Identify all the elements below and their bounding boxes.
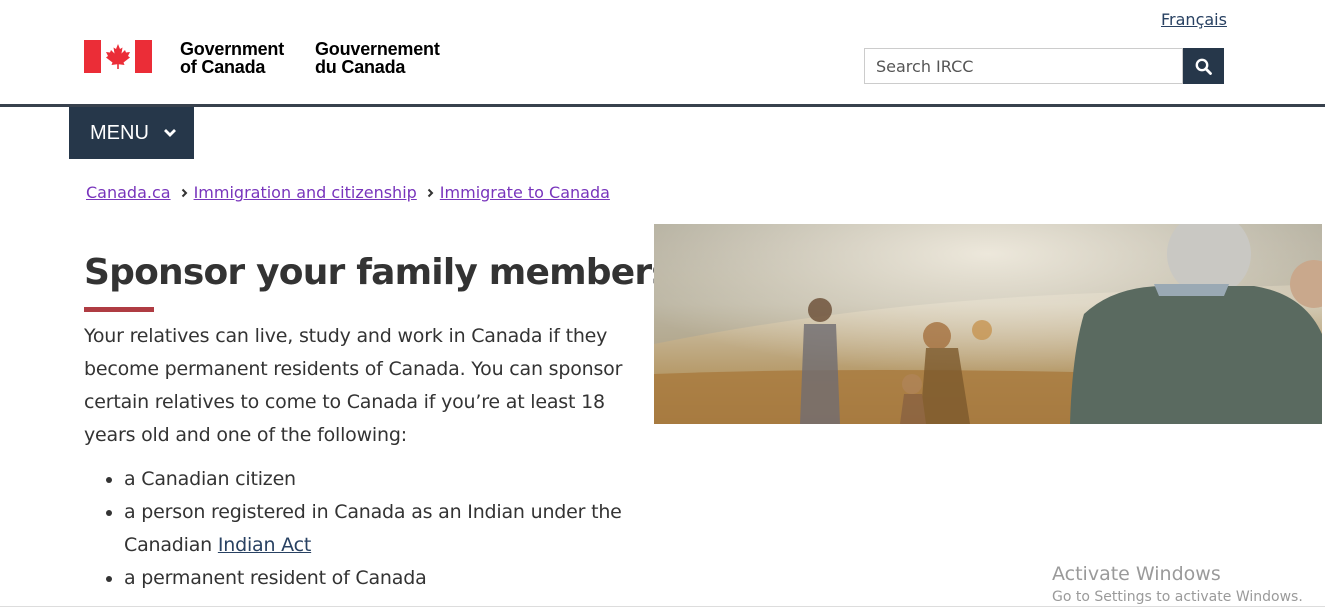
page-title: Sponsor your family members: [84, 252, 673, 293]
gov-name-french: Gouvernement du Canada: [315, 39, 440, 77]
activate-windows-watermark: Activate Windows Go to Settings to activ…: [1052, 563, 1303, 605]
search-input[interactable]: [864, 48, 1183, 84]
language-toggle-link[interactable]: Français: [1161, 10, 1227, 29]
canada-flag-logo: [84, 40, 152, 73]
maple-leaf-icon: [106, 44, 130, 69]
menu-button[interactable]: MENU: [69, 107, 194, 159]
breadcrumb-link-immigration[interactable]: Immigration and citizenship: [194, 183, 417, 202]
bottom-divider: [0, 606, 1325, 607]
search-button[interactable]: [1183, 48, 1224, 84]
site-search: [864, 48, 1224, 84]
chevron-right-icon: [427, 188, 434, 198]
eligibility-list: a Canadian citizen a person registered i…: [84, 463, 684, 595]
breadcrumb-link-canada[interactable]: Canada.ca: [86, 183, 171, 202]
intro-paragraph: Your relatives can live, study and work …: [84, 325, 623, 446]
list-item: a Canadian citizen: [124, 463, 684, 496]
breadcrumb: Canada.ca Immigration and citizenship Im…: [86, 183, 610, 202]
search-icon: [1195, 58, 1212, 75]
header-divider: [0, 104, 1325, 107]
chevron-right-icon: [181, 188, 188, 198]
indian-act-link[interactable]: Indian Act: [218, 534, 311, 556]
menu-label: MENU: [90, 121, 149, 144]
breadcrumb-link-immigrate[interactable]: Immigrate to Canada: [440, 183, 610, 202]
title-underline: [84, 307, 154, 312]
list-item: a permanent resident of Canada: [124, 562, 684, 595]
family-hero-image: [654, 224, 1322, 424]
list-item: a person registered in Canada as an Indi…: [124, 496, 684, 562]
gov-name-english: Government of Canada: [180, 39, 285, 77]
government-signature[interactable]: Government of Canada Gouvernement du Can…: [84, 40, 455, 76]
chevron-down-icon: [163, 128, 177, 138]
